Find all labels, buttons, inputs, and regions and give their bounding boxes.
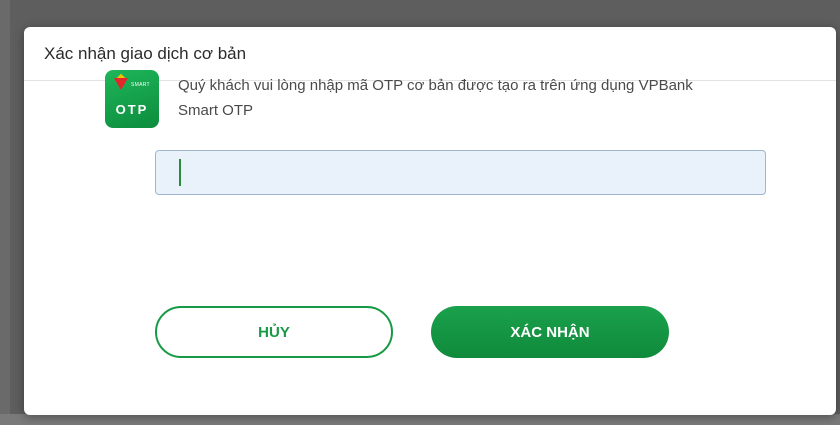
- dialog-title: Xác nhận giao dịch cơ bản: [44, 43, 247, 63]
- otp-input[interactable]: [155, 150, 766, 195]
- smart-otp-app-icon: SMART OTP: [105, 70, 159, 128]
- app-icon-otp-label: OTP: [115, 102, 149, 117]
- vpbank-logo-icon: [114, 78, 128, 90]
- otp-instruction-text: Quý khách vui lòng nhập mã OTP cơ bản đư…: [178, 77, 693, 119]
- text-caret: [179, 159, 181, 186]
- backdrop-bottom-strip: [0, 414, 840, 425]
- otp-info-row: SMART OTP Quý khách vui lòng nhập mã OTP…: [105, 70, 718, 128]
- cancel-button[interactable]: HỦY: [155, 306, 393, 358]
- confirm-button[interactable]: XÁC NHẬN: [431, 306, 669, 358]
- app-icon-smart-label: SMART: [131, 82, 150, 88]
- backdrop-left-strip: [0, 0, 10, 425]
